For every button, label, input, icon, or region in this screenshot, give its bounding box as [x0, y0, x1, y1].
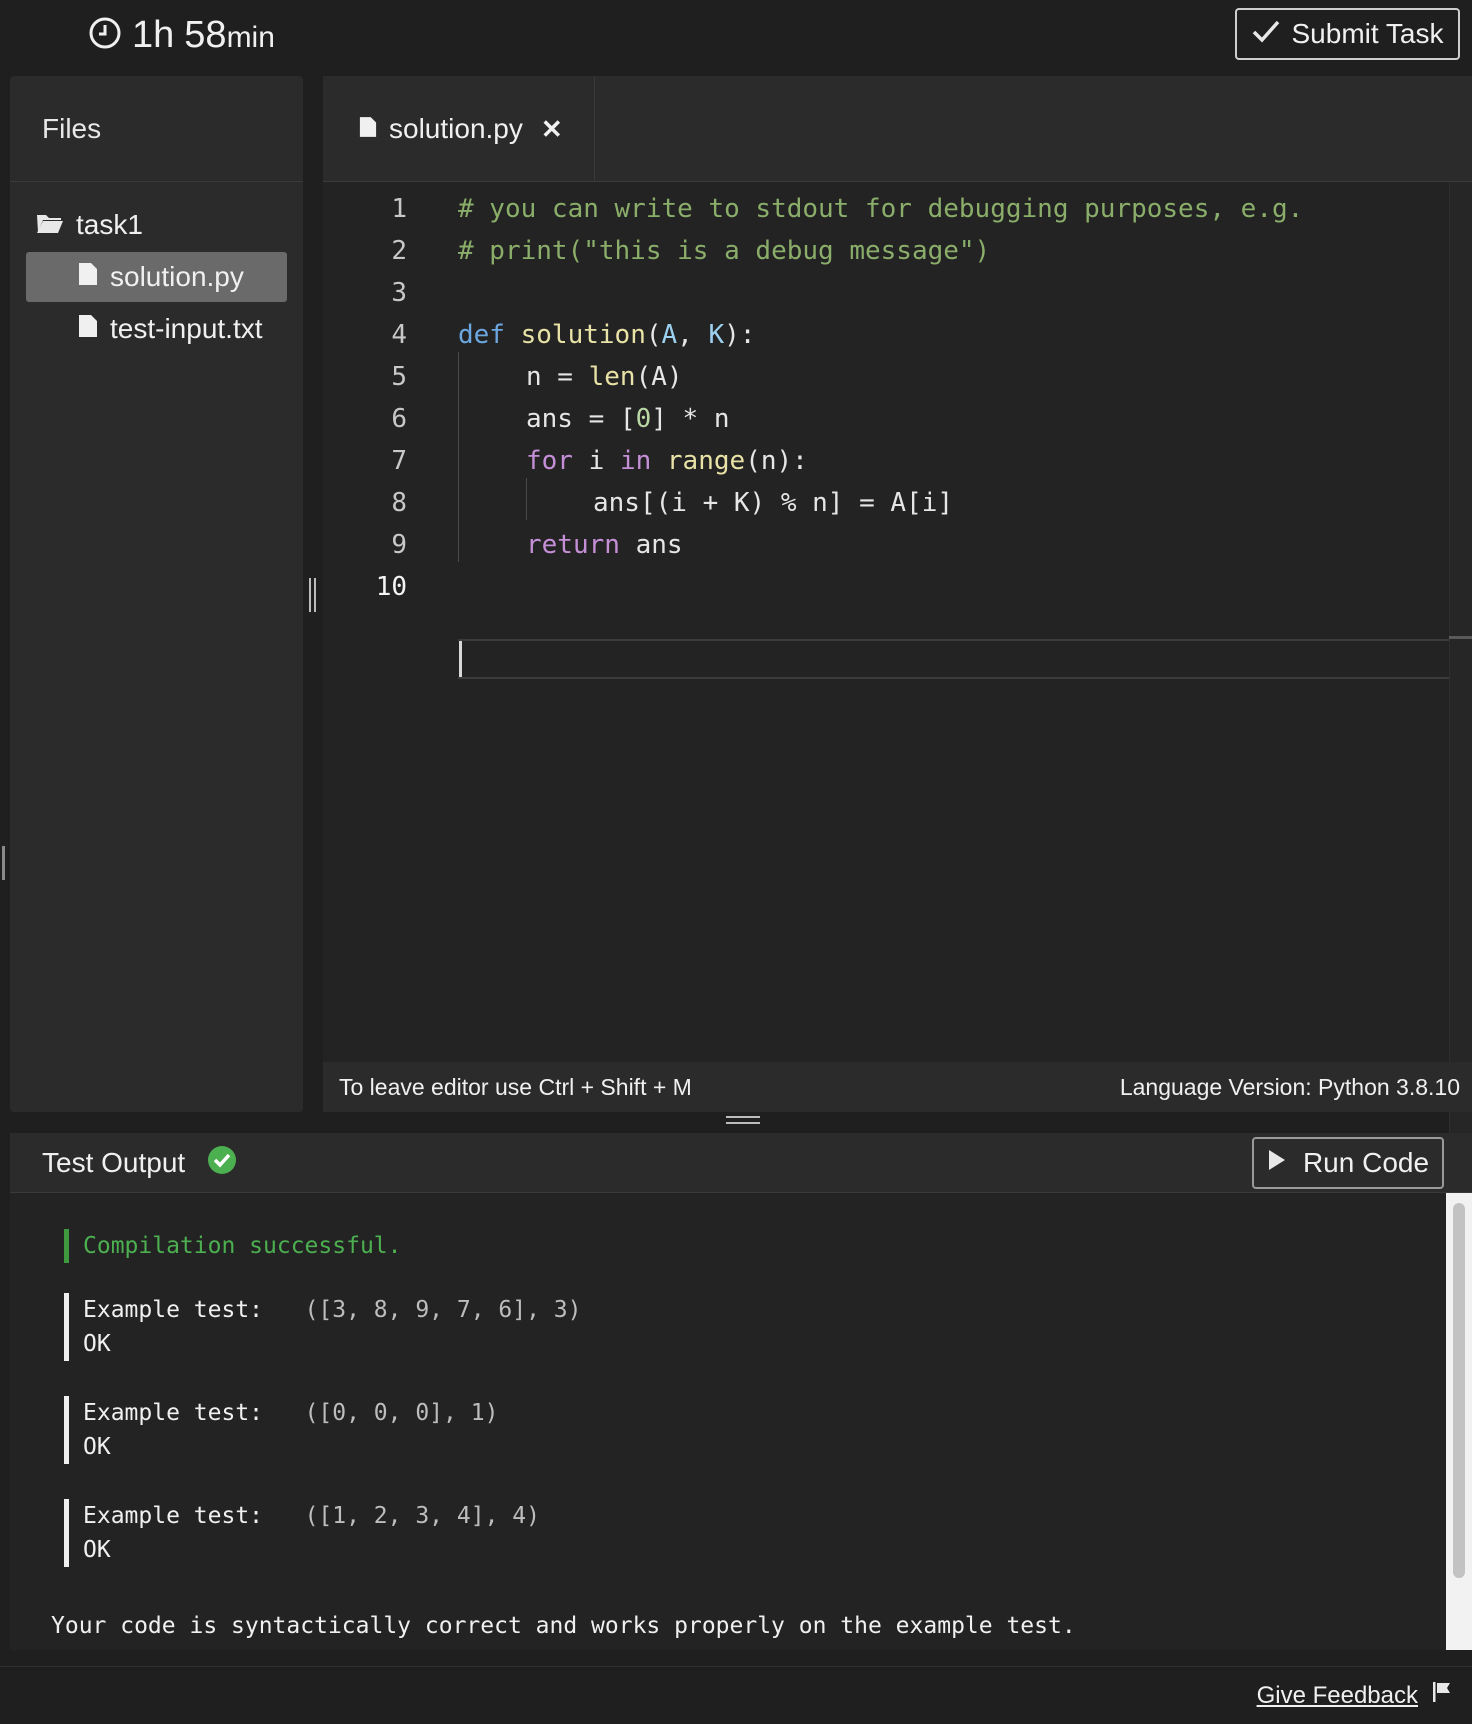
tree-folder-task1[interactable]: task1 [36, 200, 143, 250]
file-icon [78, 313, 98, 345]
folder-label: task1 [76, 209, 143, 240]
code-line-5: n = len(A) [526, 362, 683, 392]
editor-scrollbar[interactable] [1449, 182, 1472, 1138]
give-feedback-link[interactable]: Give Feedback [1257, 1682, 1418, 1710]
top-bar: 1h 58min Submit Task [0, 0, 1472, 76]
line-number: 6 [391, 404, 407, 434]
test-result: Example test: ([1, 2, 3, 4], 4) OK [64, 1499, 540, 1567]
test-output-header: Test Output Run Code [10, 1133, 1472, 1193]
text-cursor [459, 641, 462, 677]
test-result: Example test: ([3, 8, 9, 7, 6], 3) OK [64, 1293, 582, 1361]
tree-file-solution[interactable]: solution.py [26, 252, 287, 302]
editor-hint: To leave editor use Ctrl + Shift + M [339, 1073, 692, 1100]
test-output-body: Compilation successful. Example test: ([… [10, 1193, 1446, 1650]
footer: Give Feedback [0, 1666, 1472, 1724]
code-line-2: # print("this is a debug message") [458, 236, 991, 266]
flag-icon[interactable] [1432, 1681, 1452, 1710]
horizontal-splitter[interactable] [726, 1116, 760, 1126]
success-check-icon [207, 1145, 237, 1182]
test-result: Example test: ([0, 0, 0], 1) OK [64, 1396, 498, 1464]
code-editor[interactable]: solution.py ✕ 1 2 3 4 5 6 7 8 9 10 # you… [323, 76, 1472, 1138]
timer-hours: 1h [132, 13, 175, 56]
code-line-7: for i in range(n): [526, 446, 808, 476]
clock-icon [88, 16, 122, 55]
test-output-title: Test Output [42, 1133, 237, 1193]
test-output-label: Test Output [42, 1147, 186, 1178]
tree-file-test-input[interactable]: test-input.txt [78, 304, 263, 354]
timer: 1h 58min [88, 10, 275, 60]
test-output-panel: Test Output Run Code Compilation success… [10, 1133, 1472, 1650]
folder-icon [36, 209, 64, 241]
code-line-8: ans[(i + K) % n] = A[i] [593, 488, 954, 518]
code-line-6: ans = [0] * n [526, 404, 730, 434]
timer-unit: min [226, 20, 275, 54]
line-number: 5 [391, 362, 407, 392]
feedback: Give Feedback [1257, 1681, 1452, 1710]
line-number: 7 [391, 446, 407, 476]
edge-handle[interactable] [2, 846, 5, 880]
files-panel: Files task1 solution.py test-input.txt [10, 76, 303, 1112]
line-number: 4 [391, 320, 407, 350]
file-label: test-input.txt [110, 313, 263, 344]
timer-minutes: 58 [184, 13, 227, 56]
run-code-label: Run Code [1302, 1147, 1430, 1178]
code-line-4: def solution(A, K): [458, 320, 756, 350]
files-header: Files [10, 76, 303, 182]
tab-solution-py[interactable]: solution.py ✕ [323, 76, 595, 182]
editor-status-bar: To leave editor use Ctrl + Shift + M Lan… [323, 1062, 1472, 1112]
file-icon [78, 261, 98, 293]
line-number: 3 [391, 278, 407, 308]
file-label: solution.py [110, 261, 244, 292]
submit-task-button[interactable]: Submit Task [1235, 8, 1460, 60]
file-icon [359, 113, 377, 145]
close-icon[interactable]: ✕ [541, 114, 563, 145]
line-number: 8 [391, 488, 407, 518]
code-line-1: # you can write to stdout for debugging … [458, 194, 1304, 224]
compilation-message: Compilation successful. [64, 1229, 402, 1263]
line-number: 2 [391, 236, 407, 266]
indent-guide [458, 352, 459, 562]
submit-task-label: Submit Task [1291, 18, 1444, 49]
language-version: Language Version: Python 3.8.10 [1119, 1073, 1460, 1100]
editor-scroll-thumb[interactable] [1449, 636, 1472, 639]
current-line-highlight [458, 639, 1472, 679]
vertical-splitter[interactable] [309, 578, 317, 612]
tab-label: solution.py [389, 113, 523, 144]
indent-guide [526, 478, 527, 520]
run-code-button[interactable]: Run Code [1252, 1137, 1444, 1189]
line-number-current: 10 [375, 572, 407, 602]
output-summary: Your code is syntactically correct and w… [51, 1613, 1076, 1639]
line-number: 1 [391, 194, 407, 224]
check-icon [1252, 18, 1280, 50]
play-icon [1267, 1147, 1287, 1179]
tab-bar: solution.py ✕ [323, 76, 1472, 182]
output-scroll-thumb[interactable] [1453, 1203, 1465, 1578]
line-number: 9 [391, 530, 407, 560]
code-line-9: return ans [526, 530, 683, 560]
